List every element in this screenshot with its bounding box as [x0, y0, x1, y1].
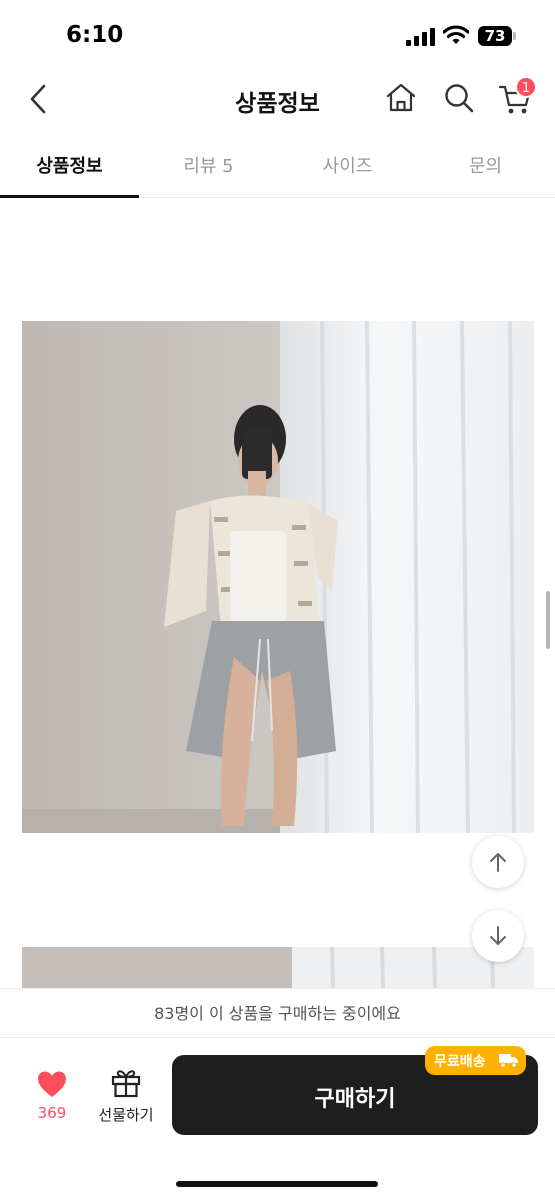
truck-icon [499, 1054, 518, 1068]
gift-icon [111, 1070, 141, 1098]
free-shipping-label: 무료배송 [434, 1054, 486, 1070]
scroll-down-icon [490, 926, 506, 945]
status-time: 6:10 [66, 22, 124, 48]
free-shipping-badge: 무료배송 [425, 1046, 526, 1075]
home-icon[interactable] [384, 81, 418, 115]
status-bar: 6:10 73 [0, 0, 555, 70]
home-indicator [176, 1181, 378, 1187]
battery-indicator: 73 [478, 26, 518, 46]
like-button[interactable]: 369 [22, 1070, 82, 1130]
like-count: 369 [37, 1104, 67, 1122]
tab-product-info[interactable]: 상품정보 [0, 152, 139, 178]
scroll-up-icon [490, 853, 506, 872]
header: 상품정보 1 [0, 70, 555, 130]
signal-icon [406, 28, 435, 46]
cart-count-badge: 1 [515, 76, 537, 98]
product-photo-2 [22, 947, 534, 989]
product-detail-content[interactable] [0, 199, 555, 989]
product-photo-illustration [22, 321, 534, 833]
scrollbar[interactable] [546, 591, 550, 649]
bottom-action-bar: 369 선물하기 구매하기 무료배송 [0, 1038, 555, 1200]
product-photo-2-illustration [22, 947, 534, 989]
heart-icon [38, 1071, 66, 1097]
purchase-notice: 83명이 이 상품을 구매하는 중이에요 [0, 988, 555, 1038]
gift-button[interactable]: 선물하기 [92, 1068, 160, 1128]
buy-button-label: 구매하기 [314, 1087, 396, 1112]
tab-bar: 상품정보 리뷰 5 사이즈 문의 [0, 138, 555, 198]
battery-level: 73 [484, 27, 506, 45]
product-photo [22, 321, 534, 833]
tab-size[interactable]: 사이즈 [278, 152, 417, 178]
search-icon[interactable] [442, 81, 476, 115]
tab-active-indicator [0, 195, 139, 198]
tab-inquiry[interactable]: 문의 [416, 152, 555, 178]
gift-label: 선물하기 [98, 1106, 154, 1124]
scroll-down-button[interactable] [472, 910, 524, 962]
tab-reviews[interactable]: 리뷰 5 [139, 152, 278, 178]
scroll-up-button[interactable] [472, 836, 524, 888]
wifi-icon [443, 25, 469, 44]
